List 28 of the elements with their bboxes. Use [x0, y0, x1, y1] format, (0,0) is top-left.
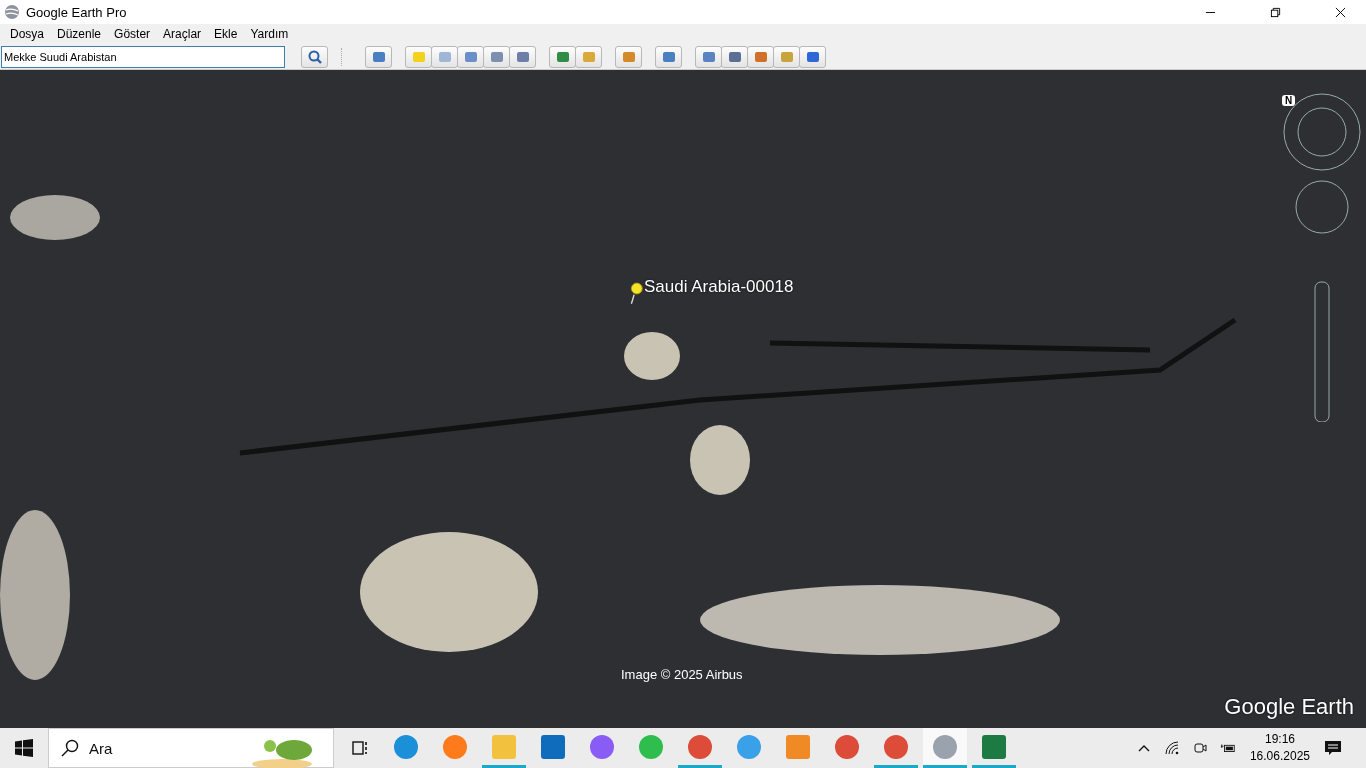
compass-north-marker[interactable]: N: [1282, 95, 1296, 106]
search-field[interactable]: Mekke Suudi Arabistan: [1, 45, 285, 68]
notification-icon[interactable]: [1324, 739, 1342, 757]
window-title: Google Earth Pro: [26, 4, 127, 20]
restore-icon[interactable]: [1270, 6, 1281, 18]
image-attribution: Image © 2025 Airbus: [621, 667, 743, 682]
clock-time[interactable]: 19:16: [1264, 731, 1295, 748]
menu-item[interactable]: Dosya: [10, 27, 44, 41]
app-globe-icon: [4, 4, 20, 20]
task-view-icon[interactable]: [350, 738, 370, 758]
menu-item[interactable]: Araçlar: [163, 27, 202, 41]
menu-item[interactable]: Göster: [114, 27, 151, 41]
taskbar-search-field[interactable]: Ara: [48, 728, 334, 768]
windows-start-icon[interactable]: [15, 739, 33, 757]
placemark-label: Saudi Arabia-00018: [644, 277, 794, 297]
search-icon: [306, 48, 323, 65]
sand-patch: [624, 332, 680, 380]
menu-item[interactable]: Düzenle: [57, 27, 102, 41]
taskbar-app-button[interactable]: [923, 728, 967, 768]
clock-date[interactable]: 16.06.2025: [1249, 748, 1310, 765]
menu-item[interactable]: Ekle: [214, 27, 238, 41]
search-icon: [61, 739, 79, 757]
camera-icon[interactable]: [1191, 740, 1208, 756]
menu-item[interactable]: Yardım: [250, 27, 289, 41]
google-earth-logo: Google Earth: [1224, 694, 1354, 720]
close-icon[interactable]: [1335, 6, 1346, 18]
wifi-icon[interactable]: [1163, 740, 1180, 756]
search-button[interactable]: [301, 45, 328, 68]
